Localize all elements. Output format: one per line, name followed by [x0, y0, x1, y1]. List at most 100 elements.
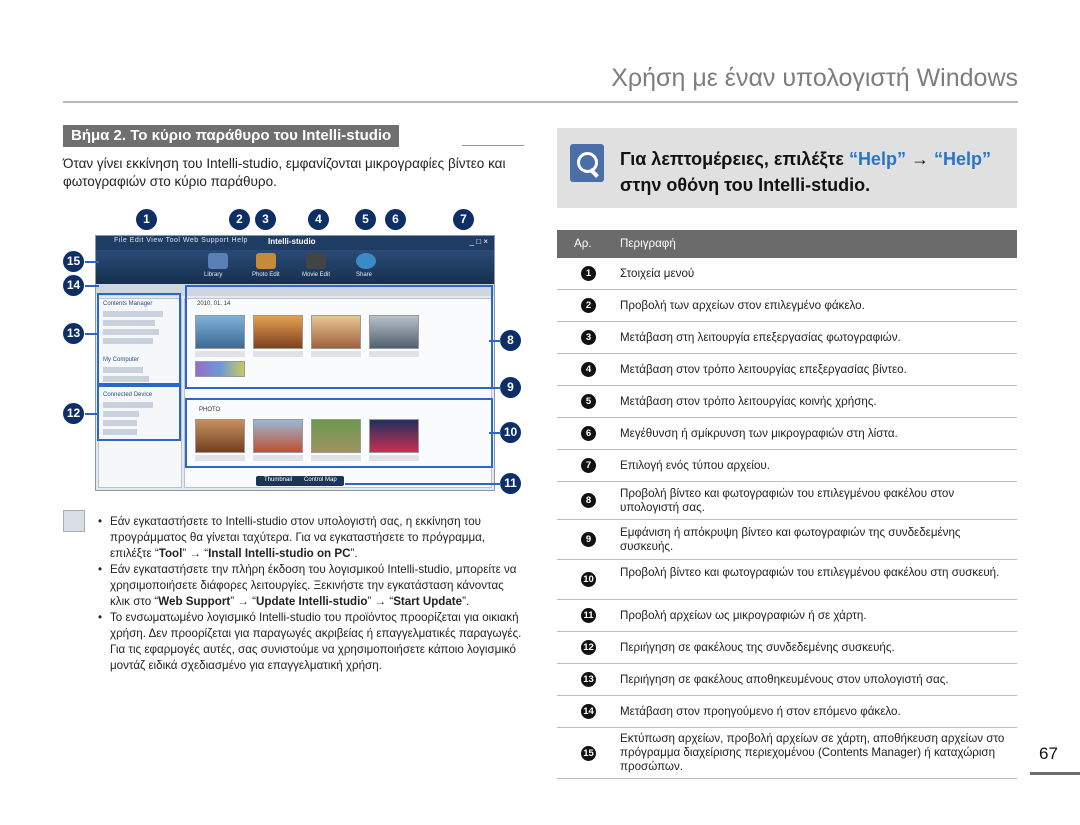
table-row: 9 Εμφάνιση ή απόκρυψη βίντεο και φωτογραφ…	[557, 520, 1017, 560]
row-description: Περιήγηση σε φακέλους της συνδεδεμένης σ…	[620, 640, 895, 654]
row-number: 12	[581, 640, 596, 655]
table-row: 14 Μετάβαση στον προηγούμενο ή στον επόμε…	[557, 696, 1017, 728]
table-header: Αρ. Περιγραφή	[557, 230, 1017, 258]
header-num: Αρ.	[574, 237, 592, 250]
row-number: 8	[581, 493, 596, 508]
toolbar-share-label: Share	[356, 272, 373, 278]
table-row: 4 Μετάβαση στον τρόπο λειτουργίας επεξεργ…	[557, 354, 1017, 386]
table-row: 2 Προβολή των αρχείων στον επιλεγμένο φάκ…	[557, 290, 1017, 322]
intro-text: Όταν γίνει εκκίνηση του Intelli-studio, …	[63, 156, 506, 189]
row-description: Προβολή των αρχείων στον επιλεγμένο φάκε…	[620, 298, 865, 312]
row-description: Μεγέθυνση ή σμίκρυνση των μικρογραφιών σ…	[620, 426, 898, 440]
note-bold: Install Intelli-studio on PC	[208, 547, 351, 560]
note-text: ” → “	[230, 595, 256, 608]
window-menu: File Edit View Tool Web Support Help	[114, 237, 248, 244]
description-table: Αρ. Περιγραφή 1 Στοιχεία μενού 2 Προβολή τω…	[557, 230, 1017, 779]
note-bold: Web Support	[158, 595, 231, 608]
window-toolbar: Library Photo Edit Movie Edit Share	[96, 250, 494, 284]
callout-frame-pc-files	[185, 285, 493, 389]
callout-leader	[489, 340, 501, 342]
help-suffix: στην οθόνη του Intelli-studio.	[620, 175, 871, 195]
callout-leader	[85, 261, 99, 263]
title-divider	[63, 101, 1018, 103]
callout-10: 10	[500, 422, 521, 443]
callout-8: 8	[500, 330, 521, 351]
callout-leader	[85, 333, 99, 335]
row-description: Προβολή βίντεο και φωτογραφιών του επιλε…	[620, 565, 1000, 579]
callout-6: 6	[385, 209, 406, 230]
callout-leader	[85, 285, 99, 287]
library-icon	[208, 253, 228, 269]
header-desc: Περιγραφή	[620, 237, 676, 250]
row-number: 4	[581, 362, 596, 377]
window-menubar: File Edit View Tool Web Support Help Int…	[96, 236, 494, 250]
section-heading: Βήμα 2. Το κύριο παράθυρο του Intelli-st…	[63, 125, 400, 147]
table-row: 15 Εκτύπωση αρχείων, προβολή αρχείων σε χ…	[557, 728, 1017, 779]
table-body: 1 Στοιχεία μενού 2 Προβολή των αρχείων στον…	[557, 258, 1017, 779]
note-bullet: Εάν εγκαταστήσετε το Intelli-studio στον…	[98, 514, 523, 562]
help-link-1: “Help”	[848, 149, 906, 169]
toolbar-movie-edit-label: Movie Edit	[302, 272, 331, 278]
row-description: Μετάβαση στον τρόπο λειτουργίας κοινής χ…	[620, 394, 877, 408]
table-row: 10 Προβολή βίντεο και φωτογραφιών του επι…	[557, 560, 1017, 600]
callout-9: 9	[500, 377, 521, 398]
callout-2: 2	[229, 209, 250, 230]
movie-edit-icon	[306, 253, 326, 269]
table-row: 6 Μεγέθυνση ή σμίκρυνση των μικρογραφιών …	[557, 418, 1017, 450]
row-number: 11	[581, 608, 596, 623]
window-controls: _ □ ×	[469, 237, 488, 246]
row-description: Επιλογή ενός τύπου αρχείου.	[620, 458, 770, 472]
row-description: Εκτύπωση αρχείων, προβολή αρχείων σε χάρ…	[620, 732, 1005, 773]
note-bullets: Εάν εγκαταστήσετε το Intelli-studio στον…	[98, 514, 523, 674]
row-description: Περιήγηση σε φακέλους αποθηκευμένους στο…	[620, 672, 949, 686]
callout-4: 4	[308, 209, 329, 230]
note-text: ”.	[462, 595, 470, 608]
note-text: ” → “	[182, 547, 209, 560]
row-number: 9	[581, 532, 596, 547]
note-bullet: Το ενσωματωμένο λογισμικό Intelli-studio…	[98, 610, 523, 674]
callout-leader	[85, 413, 99, 415]
window-logo: Intelli-studio	[268, 237, 316, 246]
note-text: ” → “	[367, 595, 394, 608]
row-number: 2	[581, 298, 596, 313]
callout-leader	[303, 387, 501, 389]
note-bullet: Εάν εγκαταστήσετε την πλήρη έκδοση του λ…	[98, 562, 523, 610]
callout-3: 3	[255, 209, 276, 230]
row-description: Μετάβαση στη λειτουργία επεξεργασίας φωτ…	[620, 330, 901, 344]
row-description: Προβολή βίντεο και φωτογραφιών του επιλε…	[620, 486, 955, 514]
note-icon	[63, 510, 85, 532]
callout-leader	[489, 432, 501, 434]
callout-frame-device-tree	[97, 383, 181, 441]
callout-14: 14	[63, 275, 84, 296]
help-arrow: →	[905, 149, 934, 169]
help-prefix: Για λεπτομέρειες, επιλέξτε	[620, 149, 849, 169]
table-row: 5 Μετάβαση στον τρόπο λειτουργίας κοινής …	[557, 386, 1017, 418]
row-number: 1	[581, 266, 596, 281]
share-icon	[356, 253, 376, 269]
callout-13: 13	[63, 323, 84, 344]
note-bold: Tool	[158, 547, 183, 560]
note-text: ”.	[350, 547, 358, 560]
help-link-2: “Help”	[933, 149, 991, 169]
photo-edit-icon	[256, 253, 276, 269]
row-number: 14	[581, 704, 596, 719]
callout-1: 1	[136, 209, 157, 230]
row-number: 13	[581, 672, 596, 687]
control-map-view-label: Control Map	[304, 477, 337, 483]
heading-divider	[462, 145, 524, 146]
page-number-rule	[1030, 772, 1080, 775]
row-number: 10	[581, 572, 596, 587]
table-row: 7 Επιλογή ενός τύπου αρχείου.	[557, 450, 1017, 482]
magnifier-icon	[570, 144, 604, 182]
callout-frame-device-files	[185, 398, 493, 468]
main-window-figure: 1 2 3 4 5 6 7 8 9 10 11 12 13 14 15 File…	[63, 205, 523, 505]
row-description: Μετάβαση στον προηγούμενο ή στον επόμενο…	[620, 704, 901, 718]
table-row: 13 Περιήγηση σε φακέλους αποθηκευμένους σ…	[557, 664, 1017, 696]
toolbar-library-label: Library	[204, 272, 223, 278]
callout-12: 12	[63, 403, 84, 424]
row-description: Μετάβαση στον τρόπο λειτουργίας επεξεργα…	[620, 362, 907, 376]
view-toggle-bar: Thumbnail Control Map	[256, 476, 344, 486]
callout-frame-pc-tree	[97, 293, 181, 387]
row-description: Εμφάνιση ή απόκρυψη βίντεο και φωτογραφι…	[620, 525, 961, 553]
row-number: 7	[581, 458, 596, 473]
